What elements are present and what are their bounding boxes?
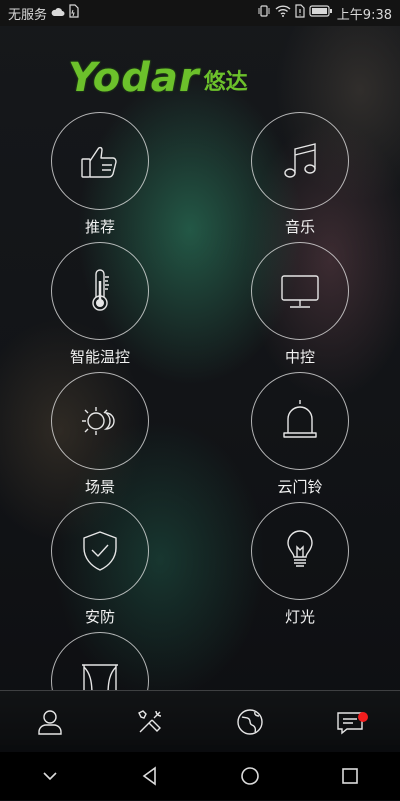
notification-badge (358, 712, 368, 722)
system-nav-bar (0, 752, 400, 800)
light-bulb-icon (287, 530, 313, 567)
carrier-label: 无服务 (8, 7, 48, 23)
tile-circle (251, 372, 349, 470)
tile-lighting[interactable]: 灯光 (240, 502, 360, 626)
tile-label: 场景 (84, 478, 115, 496)
tile-label: 推荐 (84, 218, 115, 236)
nav-tools-button[interactable] (120, 697, 180, 747)
tile-curtain[interactable] (40, 632, 160, 690)
tile-security[interactable]: 安防 (40, 502, 160, 626)
tile-circle (51, 502, 149, 600)
cloud-icon (51, 6, 65, 21)
tile-circle (251, 242, 349, 340)
back-button[interactable] (120, 751, 180, 801)
back-triangle-icon (142, 766, 156, 786)
tile-circle (251, 502, 349, 600)
status-right: 上午9:38 (257, 4, 392, 23)
tile-label: 智能温控 (69, 348, 130, 366)
sim-warning-icon (295, 4, 305, 22)
shield-check-icon (83, 531, 117, 571)
tile-label: 灯光 (284, 608, 315, 626)
home-circle-icon (241, 767, 259, 785)
status-bar: 无服务 上午9:38 (0, 0, 400, 26)
tile-circle (51, 372, 149, 470)
bell-icon (283, 400, 317, 438)
vibrate-icon (257, 4, 271, 22)
tile-doorbell[interactable]: 云门铃 (240, 372, 360, 496)
monitor-icon (281, 275, 319, 308)
feature-grid: 推荐 音乐 智能温控 中控 场景 云门铃 安防 灯光 (0, 0, 400, 690)
nav-discover-button[interactable] (220, 697, 280, 747)
tile-control-center[interactable]: 中控 (240, 242, 360, 366)
tools-icon (138, 710, 162, 733)
nav-messages-button[interactable] (320, 697, 380, 747)
tile-recommend[interactable]: 推荐 (40, 112, 160, 236)
tile-circle (51, 112, 149, 210)
tile-label: 音乐 (284, 218, 315, 236)
hide-nav-button[interactable] (20, 751, 80, 801)
tile-label: 安防 (84, 608, 115, 626)
tile-label: 云门铃 (277, 478, 323, 496)
tile-scene[interactable]: 场景 (40, 372, 160, 496)
tile-circle (251, 112, 349, 210)
tile-circle (51, 242, 149, 340)
thermometer-icon (92, 269, 109, 311)
tile-label: 中控 (284, 348, 315, 366)
user-icon (38, 710, 62, 735)
curtain-icon (82, 664, 118, 690)
battery-icon (309, 5, 333, 21)
bottom-nav (0, 690, 400, 753)
tile-thermostat[interactable]: 智能温控 (40, 242, 160, 366)
tile-music[interactable]: 音乐 (240, 112, 360, 236)
tile-circle (51, 632, 149, 690)
home-button[interactable] (220, 751, 280, 801)
sim-icon (69, 4, 79, 22)
thumbs-up-icon (81, 146, 117, 178)
music-note-icon (284, 143, 316, 178)
sun-moon-icon (82, 407, 115, 435)
wifi-icon (275, 5, 291, 21)
chevron-down-icon (43, 772, 57, 781)
recents-square-icon (342, 768, 358, 784)
globe-icon (237, 709, 263, 735)
nav-profile-button[interactable] (20, 697, 80, 747)
clock-label: 上午9:38 (336, 7, 392, 23)
recents-button[interactable] (320, 751, 380, 801)
status-left: 无服务 (8, 4, 79, 23)
